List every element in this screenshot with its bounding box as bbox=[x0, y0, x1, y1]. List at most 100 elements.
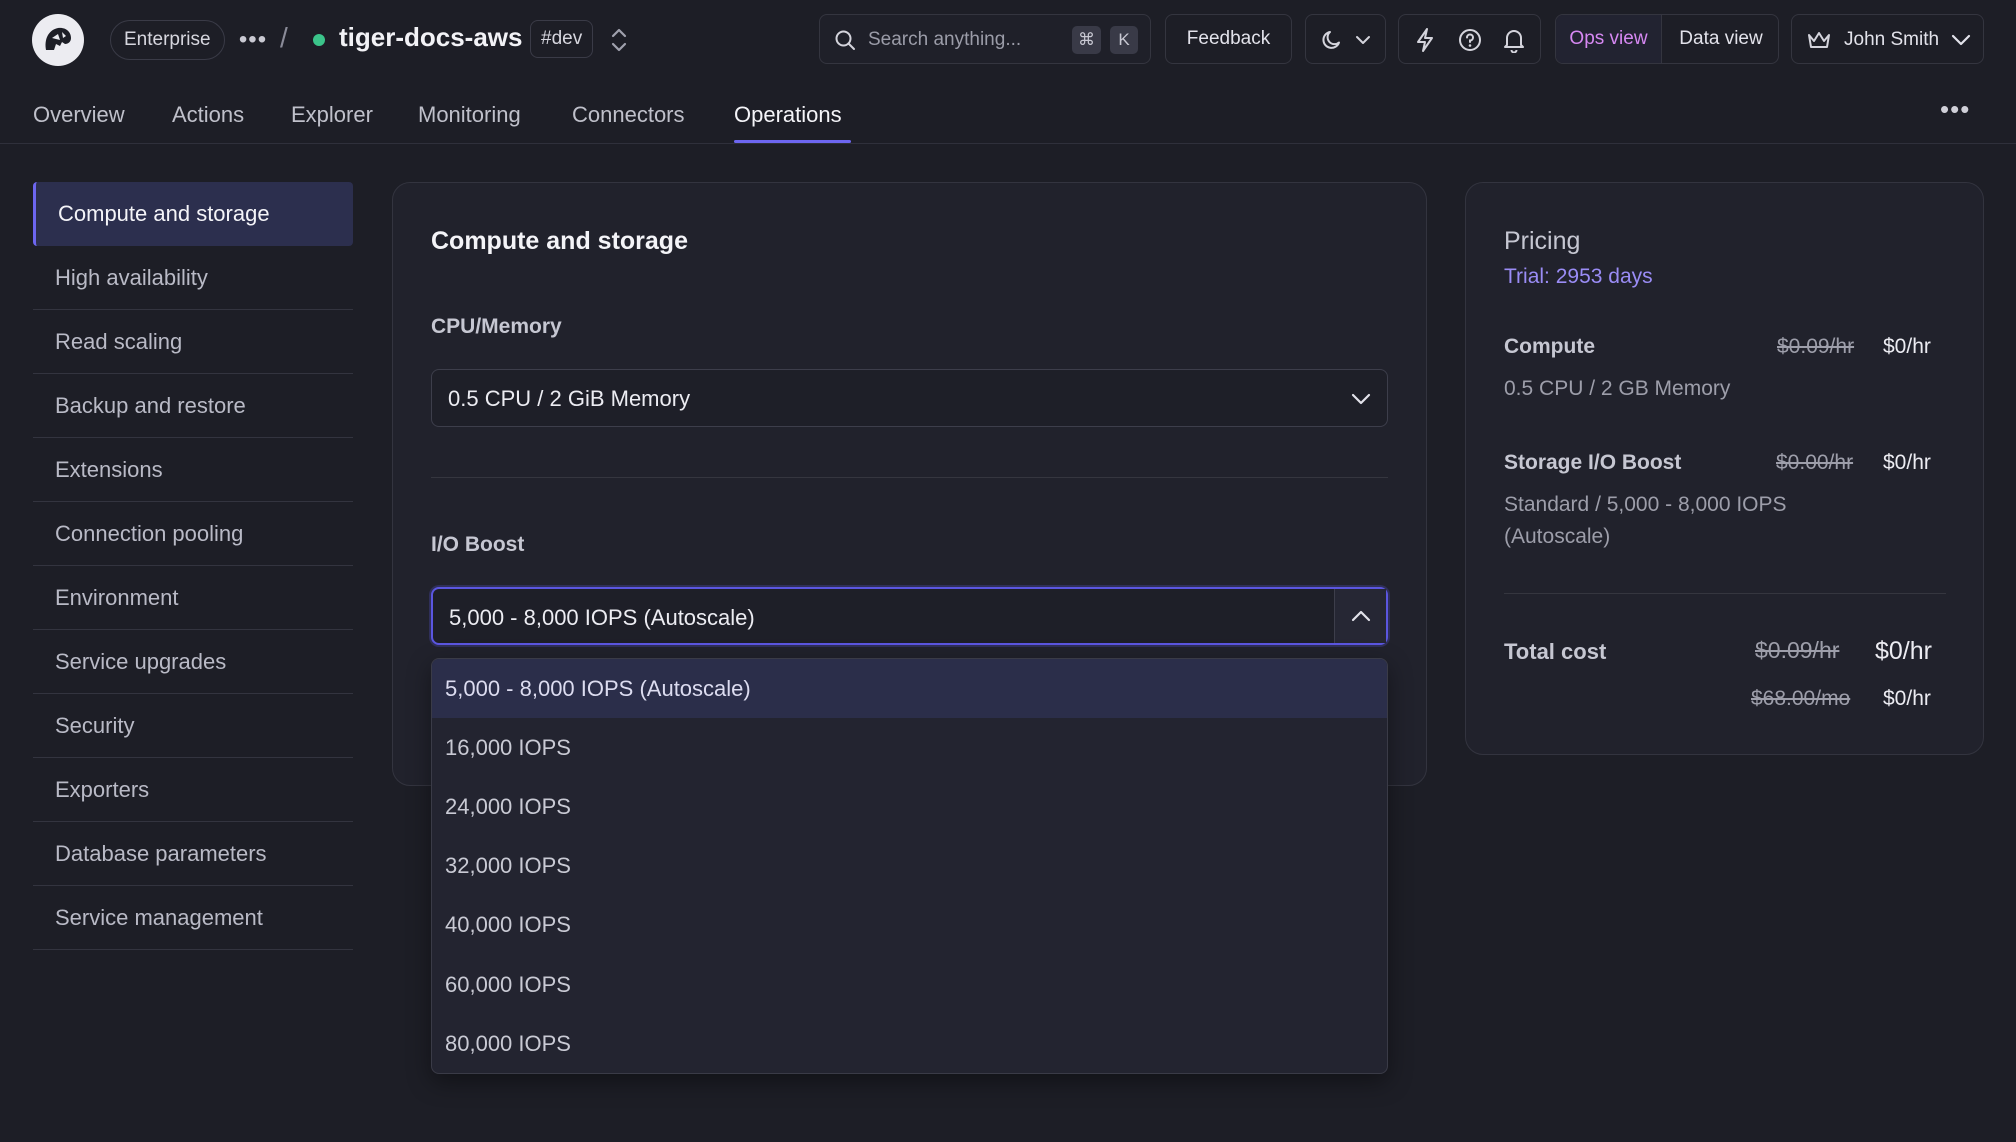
feedback-button[interactable]: Feedback bbox=[1165, 14, 1292, 64]
sidebar-item-label: Database parameters bbox=[55, 840, 267, 866]
card-title: Compute and storage bbox=[431, 227, 688, 255]
sidebar-item-service-upgrades[interactable]: Service upgrades bbox=[33, 630, 353, 694]
sidebar-item-extensions[interactable]: Extensions bbox=[33, 438, 353, 502]
service-switcher-icon[interactable] bbox=[608, 26, 630, 54]
header-icon-group bbox=[1398, 14, 1541, 64]
sidebar-item-label: Service management bbox=[55, 904, 263, 930]
storage-old-price: $0.00/hr bbox=[1776, 451, 1854, 474]
io-option[interactable]: 40,000 IOPS bbox=[432, 895, 1387, 954]
plan-badge[interactable]: Enterprise bbox=[110, 20, 225, 60]
data-view-label: Data view bbox=[1679, 28, 1763, 49]
data-view-button[interactable]: Data view bbox=[1662, 15, 1778, 63]
sidebar-item-label: Extensions bbox=[55, 456, 163, 482]
operations-sidebar: Compute and storage High availability Re… bbox=[33, 182, 353, 950]
sidebar-item-compute-and-storage[interactable]: Compute and storage bbox=[33, 182, 353, 246]
sidebar-item-label: Compute and storage bbox=[58, 201, 270, 226]
io-boost-select[interactable]: 5,000 - 8,000 IOPS (Autoscale) bbox=[431, 587, 1388, 645]
help-icon[interactable] bbox=[1457, 27, 1483, 53]
lightning-icon[interactable] bbox=[1413, 27, 1437, 53]
io-boost-dropdown: 5,000 - 8,000 IOPS (Autoscale) 16,000 IO… bbox=[431, 658, 1388, 1074]
total-cost-label: Total cost bbox=[1504, 639, 1607, 664]
sidebar-item-label: Security bbox=[55, 712, 135, 738]
feedback-label: Feedback bbox=[1186, 28, 1271, 49]
pricing-divider bbox=[1504, 593, 1946, 594]
tabs-more-icon[interactable]: ••• bbox=[1940, 94, 1970, 125]
pricing-card: Pricing Trial: 2953 days Compute $0.09/h… bbox=[1465, 182, 1984, 755]
search-icon bbox=[834, 29, 856, 51]
pricing-title: Pricing bbox=[1504, 227, 1581, 255]
bell-icon[interactable] bbox=[1501, 27, 1527, 53]
view-toggle: Ops view Data view bbox=[1555, 14, 1779, 64]
io-option[interactable]: 5,000 - 8,000 IOPS (Autoscale) bbox=[432, 659, 1387, 718]
tab-connectors[interactable]: Connectors bbox=[572, 102, 685, 128]
io-option[interactable]: 24,000 IOPS bbox=[432, 777, 1387, 836]
active-tab-indicator bbox=[734, 140, 851, 143]
moon-icon bbox=[1320, 28, 1344, 52]
sidebar-item-database-parameters[interactable]: Database parameters bbox=[33, 822, 353, 886]
sidebar-item-label: Backup and restore bbox=[55, 392, 246, 418]
total-monthly-old-price: $68.00/mo bbox=[1751, 687, 1851, 710]
sidebar-item-service-management[interactable]: Service management bbox=[33, 886, 353, 950]
chevron-down-icon bbox=[1349, 387, 1373, 411]
sidebar-item-environment[interactable]: Environment bbox=[33, 566, 353, 630]
theme-toggle-button[interactable] bbox=[1305, 14, 1386, 64]
io-option[interactable]: 80,000 IOPS bbox=[432, 1014, 1387, 1073]
sidebar-item-label: Read scaling bbox=[55, 328, 183, 354]
chevron-up-icon bbox=[1349, 604, 1373, 628]
total-monthly-new-price: $0/hr bbox=[1883, 687, 1931, 710]
section-divider bbox=[431, 477, 1388, 478]
service-status-icon bbox=[313, 34, 325, 46]
io-boost-toggle[interactable] bbox=[1334, 589, 1386, 643]
compute-old-price: $0.09/hr bbox=[1777, 335, 1855, 358]
tab-actions[interactable]: Actions bbox=[172, 102, 244, 128]
top-bar: Enterprise ••• / tiger-docs-aws #dev Sea… bbox=[0, 0, 2016, 80]
io-option[interactable]: 32,000 IOPS bbox=[432, 836, 1387, 895]
service-name[interactable]: tiger-docs-aws bbox=[339, 22, 523, 53]
env-tag: #dev bbox=[530, 20, 594, 58]
storage-description: Standard / 5,000 - 8,000 IOPS (Autoscale… bbox=[1504, 493, 1787, 548]
cpu-memory-select[interactable]: 0.5 CPU / 2 GiB Memory bbox=[431, 369, 1388, 427]
sidebar-item-label: High availability bbox=[55, 264, 208, 290]
sidebar-item-exporters[interactable]: Exporters bbox=[33, 758, 353, 822]
sidebar-item-label: Service upgrades bbox=[55, 648, 227, 674]
sidebar-item-read-scaling[interactable]: Read scaling bbox=[33, 310, 353, 374]
io-boost-value: 5,000 - 8,000 IOPS (Autoscale) bbox=[449, 605, 755, 630]
search-placeholder: Search anything... bbox=[868, 29, 1022, 50]
search-input[interactable]: Search anything... ⌘ K bbox=[819, 14, 1151, 64]
trial-status: Trial: 2953 days bbox=[1504, 265, 1653, 288]
user-name: John Smith bbox=[1844, 29, 1940, 50]
breadcrumb-separator: / bbox=[280, 22, 288, 53]
io-option[interactable]: 16,000 IOPS bbox=[432, 718, 1387, 777]
ops-view-label: Ops view bbox=[1569, 28, 1648, 49]
storage-new-price: $0/hr bbox=[1883, 451, 1931, 474]
sidebar-item-security[interactable]: Security bbox=[33, 694, 353, 758]
crown-icon bbox=[1806, 28, 1832, 52]
main-tabs: Overview Actions Explorer Monitoring Con… bbox=[0, 80, 2016, 144]
env-tag-label: #dev bbox=[541, 28, 583, 49]
shortcut-cmd-key: ⌘ bbox=[1072, 26, 1101, 54]
shortcut-k-key: K bbox=[1110, 26, 1138, 54]
io-boost-label: I/O Boost bbox=[431, 533, 525, 556]
user-menu-button[interactable]: John Smith bbox=[1791, 14, 1984, 64]
tab-overview[interactable]: Overview bbox=[33, 102, 125, 128]
compute-description: 0.5 CPU / 2 GB Memory bbox=[1504, 377, 1731, 400]
sidebar-item-high-availability[interactable]: High availability bbox=[33, 246, 353, 310]
sidebar-item-label: Environment bbox=[55, 584, 179, 610]
storage-price-label: Storage I/O Boost bbox=[1504, 451, 1682, 474]
ops-view-button[interactable]: Ops view bbox=[1556, 15, 1662, 63]
user-chevron-down-icon bbox=[1950, 29, 1972, 51]
tab-explorer[interactable]: Explorer bbox=[291, 102, 373, 128]
project-more-icon[interactable]: ••• bbox=[238, 22, 268, 58]
compute-new-price: $0/hr bbox=[1883, 335, 1931, 358]
total-hourly-new-price: $0/hr bbox=[1875, 637, 1932, 665]
sidebar-item-backup-and-restore[interactable]: Backup and restore bbox=[33, 374, 353, 438]
tab-monitoring[interactable]: Monitoring bbox=[418, 102, 521, 128]
total-hourly-old-price: $0.09/hr bbox=[1755, 637, 1840, 663]
tiger-logo-icon[interactable] bbox=[32, 14, 84, 66]
sidebar-item-connection-pooling[interactable]: Connection pooling bbox=[33, 502, 353, 566]
compute-price-label: Compute bbox=[1504, 335, 1595, 358]
io-option[interactable]: 60,000 IOPS bbox=[432, 955, 1387, 1014]
tab-operations[interactable]: Operations bbox=[734, 102, 842, 128]
sidebar-item-label: Exporters bbox=[55, 776, 150, 802]
sidebar-item-label: Connection pooling bbox=[55, 520, 244, 546]
